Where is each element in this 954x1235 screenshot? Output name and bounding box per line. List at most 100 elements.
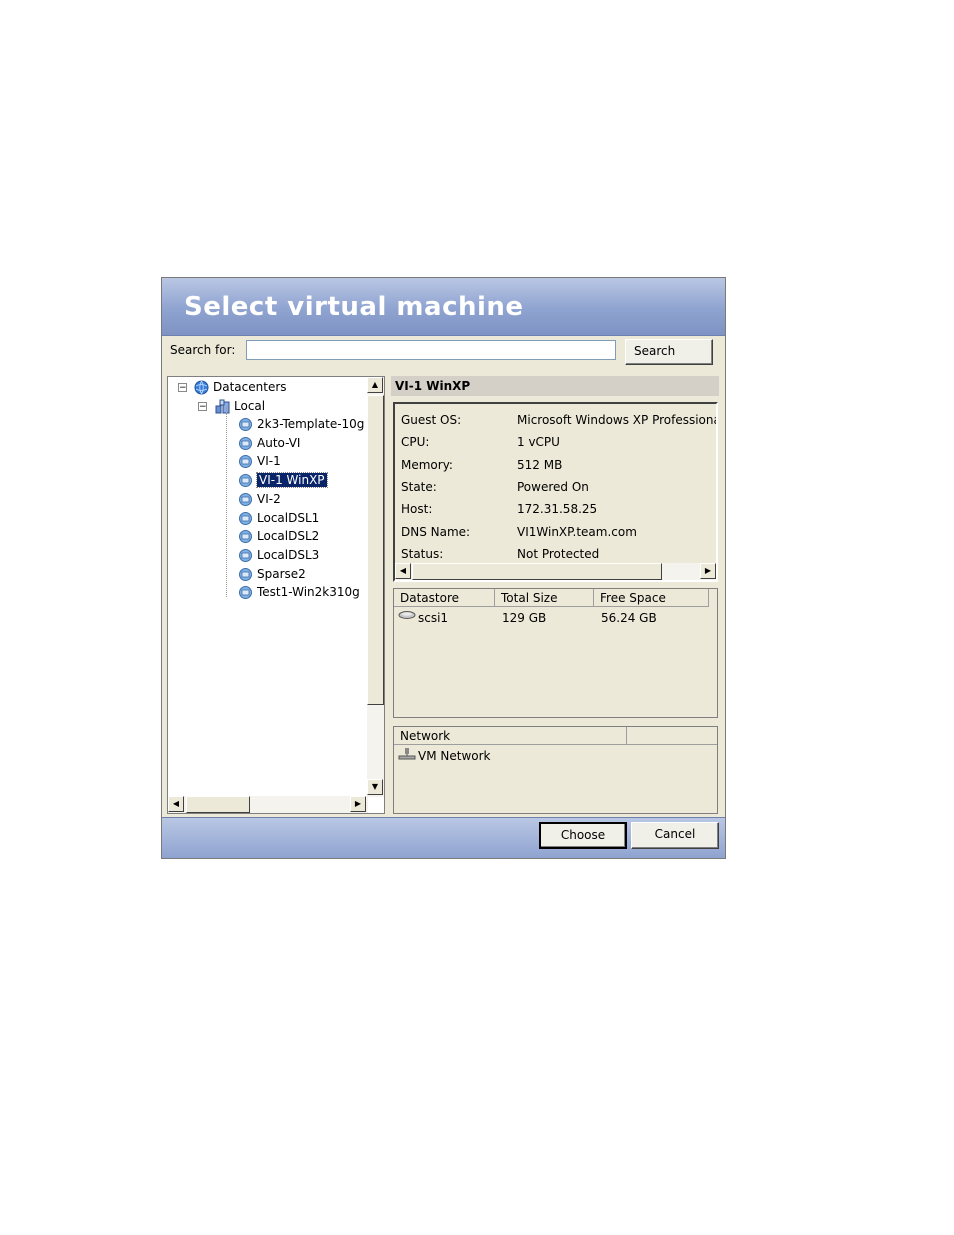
scroll-thumb[interactable] [367, 395, 384, 705]
scroll-left-icon[interactable]: ◀ [168, 796, 184, 812]
tree-item-vm[interactable]: VI-2 [238, 490, 281, 508]
tree-vertical-scrollbar[interactable]: ▲ ▼ [367, 377, 384, 797]
datacenter-icon [215, 399, 230, 414]
cancel-button[interactable]: Cancel [631, 822, 719, 849]
vm-properties: Guest OS: Microsoft Windows XP Profession… [393, 402, 718, 582]
tree-item-label: 2k3-Template-10g [257, 417, 365, 431]
vm-icon [238, 436, 253, 451]
collapse-datacenters-icon[interactable]: − [178, 383, 187, 393]
tree-horizontal-scrollbar[interactable]: ◀ ▶ [168, 796, 368, 813]
table-row[interactable]: VM Network [394, 747, 717, 765]
property-row: Status: Not Protected [401, 544, 716, 564]
property-row: Guest OS: Microsoft Windows XP Profession… [401, 410, 718, 430]
tree-item-label: VI-2 [257, 491, 281, 506]
vm-icon [238, 548, 253, 563]
vm-icon [238, 511, 253, 526]
tree-item-vm[interactable]: LocalDSL1 [238, 509, 319, 527]
vm-icon [238, 567, 253, 582]
property-value: 512 MB [517, 457, 563, 472]
search-input[interactable] [246, 340, 616, 360]
search-row: Search for: Search [162, 336, 725, 372]
column-header[interactable]: Datastore [394, 589, 495, 607]
property-key: DNS Name: [401, 524, 471, 539]
vm-icon [238, 473, 253, 488]
scroll-down-icon[interactable]: ▼ [367, 779, 383, 795]
table-row[interactable]: scsi1 129 GB 56.24 GB [394, 609, 717, 627]
tree-item-label: Test1-Win2k310g [257, 585, 360, 600]
search-label: Search for: [170, 343, 236, 357]
choose-button[interactable]: Choose [539, 822, 627, 849]
dialog-title-bar: Select virtual machine [162, 278, 725, 336]
tree-item-vm[interactable]: Test1-Win2k310g [238, 583, 360, 601]
tree-item-label: Datacenters [213, 380, 287, 394]
property-key: Guest OS: [401, 413, 462, 427]
property-row: CPU: 1 vCPU [401, 432, 716, 452]
tree-item-label: Local [234, 399, 266, 413]
search-button[interactable]: Search [625, 339, 713, 365]
property-value: Microsoft Windows XP Professional ( [517, 413, 718, 427]
property-key: CPU: [401, 435, 430, 450]
column-header[interactable]: Total Size [495, 589, 594, 607]
network-icon [398, 747, 416, 766]
tree-item-vm[interactable]: LocalDSL3 [238, 546, 319, 564]
property-key: Host: [401, 502, 433, 517]
vm-icon [238, 454, 253, 469]
vm-icon [238, 585, 253, 600]
tree-item-vm[interactable]: VI-1 [238, 452, 281, 470]
network-name: VM Network [418, 749, 491, 763]
property-row: DNS Name: VI1WinXP.team.com [401, 522, 716, 542]
property-key: Memory: [401, 457, 453, 472]
vm-tree[interactable]: − Datacenters − Local 2k3-Template-10g Au… [167, 376, 385, 814]
tree-item-label: Sparse2 [257, 566, 306, 581]
tree-item-datacenters[interactable]: Datacenters [194, 378, 287, 396]
tree-item-vm[interactable]: Auto-VI [238, 434, 300, 452]
tree-item-label: Auto-VI [257, 435, 301, 450]
tree-item-label: LocalDSL1 [257, 510, 320, 525]
globe-icon [194, 380, 209, 395]
property-row: Host: 172.31.58.25 [401, 499, 716, 519]
tree-item-vm[interactable]: 2k3-Template-10g [238, 415, 364, 433]
column-header[interactable]: Free Space [594, 589, 709, 607]
column-header-empty[interactable] [627, 727, 717, 745]
tree-item-label: LocalDSL2 [257, 529, 320, 544]
scroll-thumb[interactable] [186, 796, 250, 813]
network-table[interactable]: Network VM Network [393, 726, 718, 814]
tree-item-label: VI-1 [257, 454, 281, 469]
property-value: Not Protected [517, 546, 600, 561]
tree-item-local[interactable]: Local [215, 397, 265, 415]
dialog-title: Select virtual machine [184, 292, 524, 322]
vm-icon [238, 417, 253, 432]
disk-icon [398, 609, 416, 627]
datastore-free: 56.24 GB [601, 611, 657, 625]
scroll-thumb[interactable] [412, 563, 662, 580]
scroll-right-icon[interactable]: ▶ [700, 563, 716, 579]
tree-connector [226, 407, 227, 597]
dialog-footer: Choose Cancel [162, 817, 725, 858]
property-key: State: [401, 479, 437, 494]
column-header[interactable]: Network [394, 727, 627, 745]
tree-item-label: VI-1 WinXP [256, 472, 328, 489]
property-value: 172.31.58.25 [517, 502, 598, 517]
vm-icon [238, 529, 253, 544]
tree-item-vm[interactable]: LocalDSL2 [238, 527, 319, 545]
property-value: VI1WinXP.team.com [517, 524, 637, 539]
tree-item-vm[interactable]: Sparse2 [238, 565, 306, 583]
vm-details-header: VI-1 WinXP [391, 376, 719, 396]
select-vm-dialog: Select virtual machine Search for: Searc… [161, 277, 726, 859]
property-value: Powered On [517, 479, 589, 494]
collapse-local-icon[interactable]: − [198, 402, 207, 412]
property-row: Memory: 512 MB [401, 455, 716, 475]
scroll-right-icon[interactable]: ▶ [350, 796, 366, 812]
vm-icon [238, 492, 253, 507]
datastore-name: scsi1 [418, 611, 449, 625]
property-row: State: Powered On [401, 477, 716, 497]
property-value: 1 vCPU [517, 435, 560, 450]
tree-item-label: LocalDSL3 [257, 547, 320, 562]
scroll-up-icon[interactable]: ▲ [367, 377, 383, 393]
datastore-total: 129 GB [502, 611, 547, 625]
tree-item-vm[interactable]: VI-1 WinXP [238, 471, 328, 489]
datastore-table[interactable]: Datastore Total Size Free Space scsi1 12… [393, 588, 718, 718]
property-key: Status: [401, 546, 444, 561]
props-horizontal-scrollbar[interactable]: ◀ ▶ [395, 563, 716, 580]
scroll-left-icon[interactable]: ◀ [395, 563, 411, 579]
